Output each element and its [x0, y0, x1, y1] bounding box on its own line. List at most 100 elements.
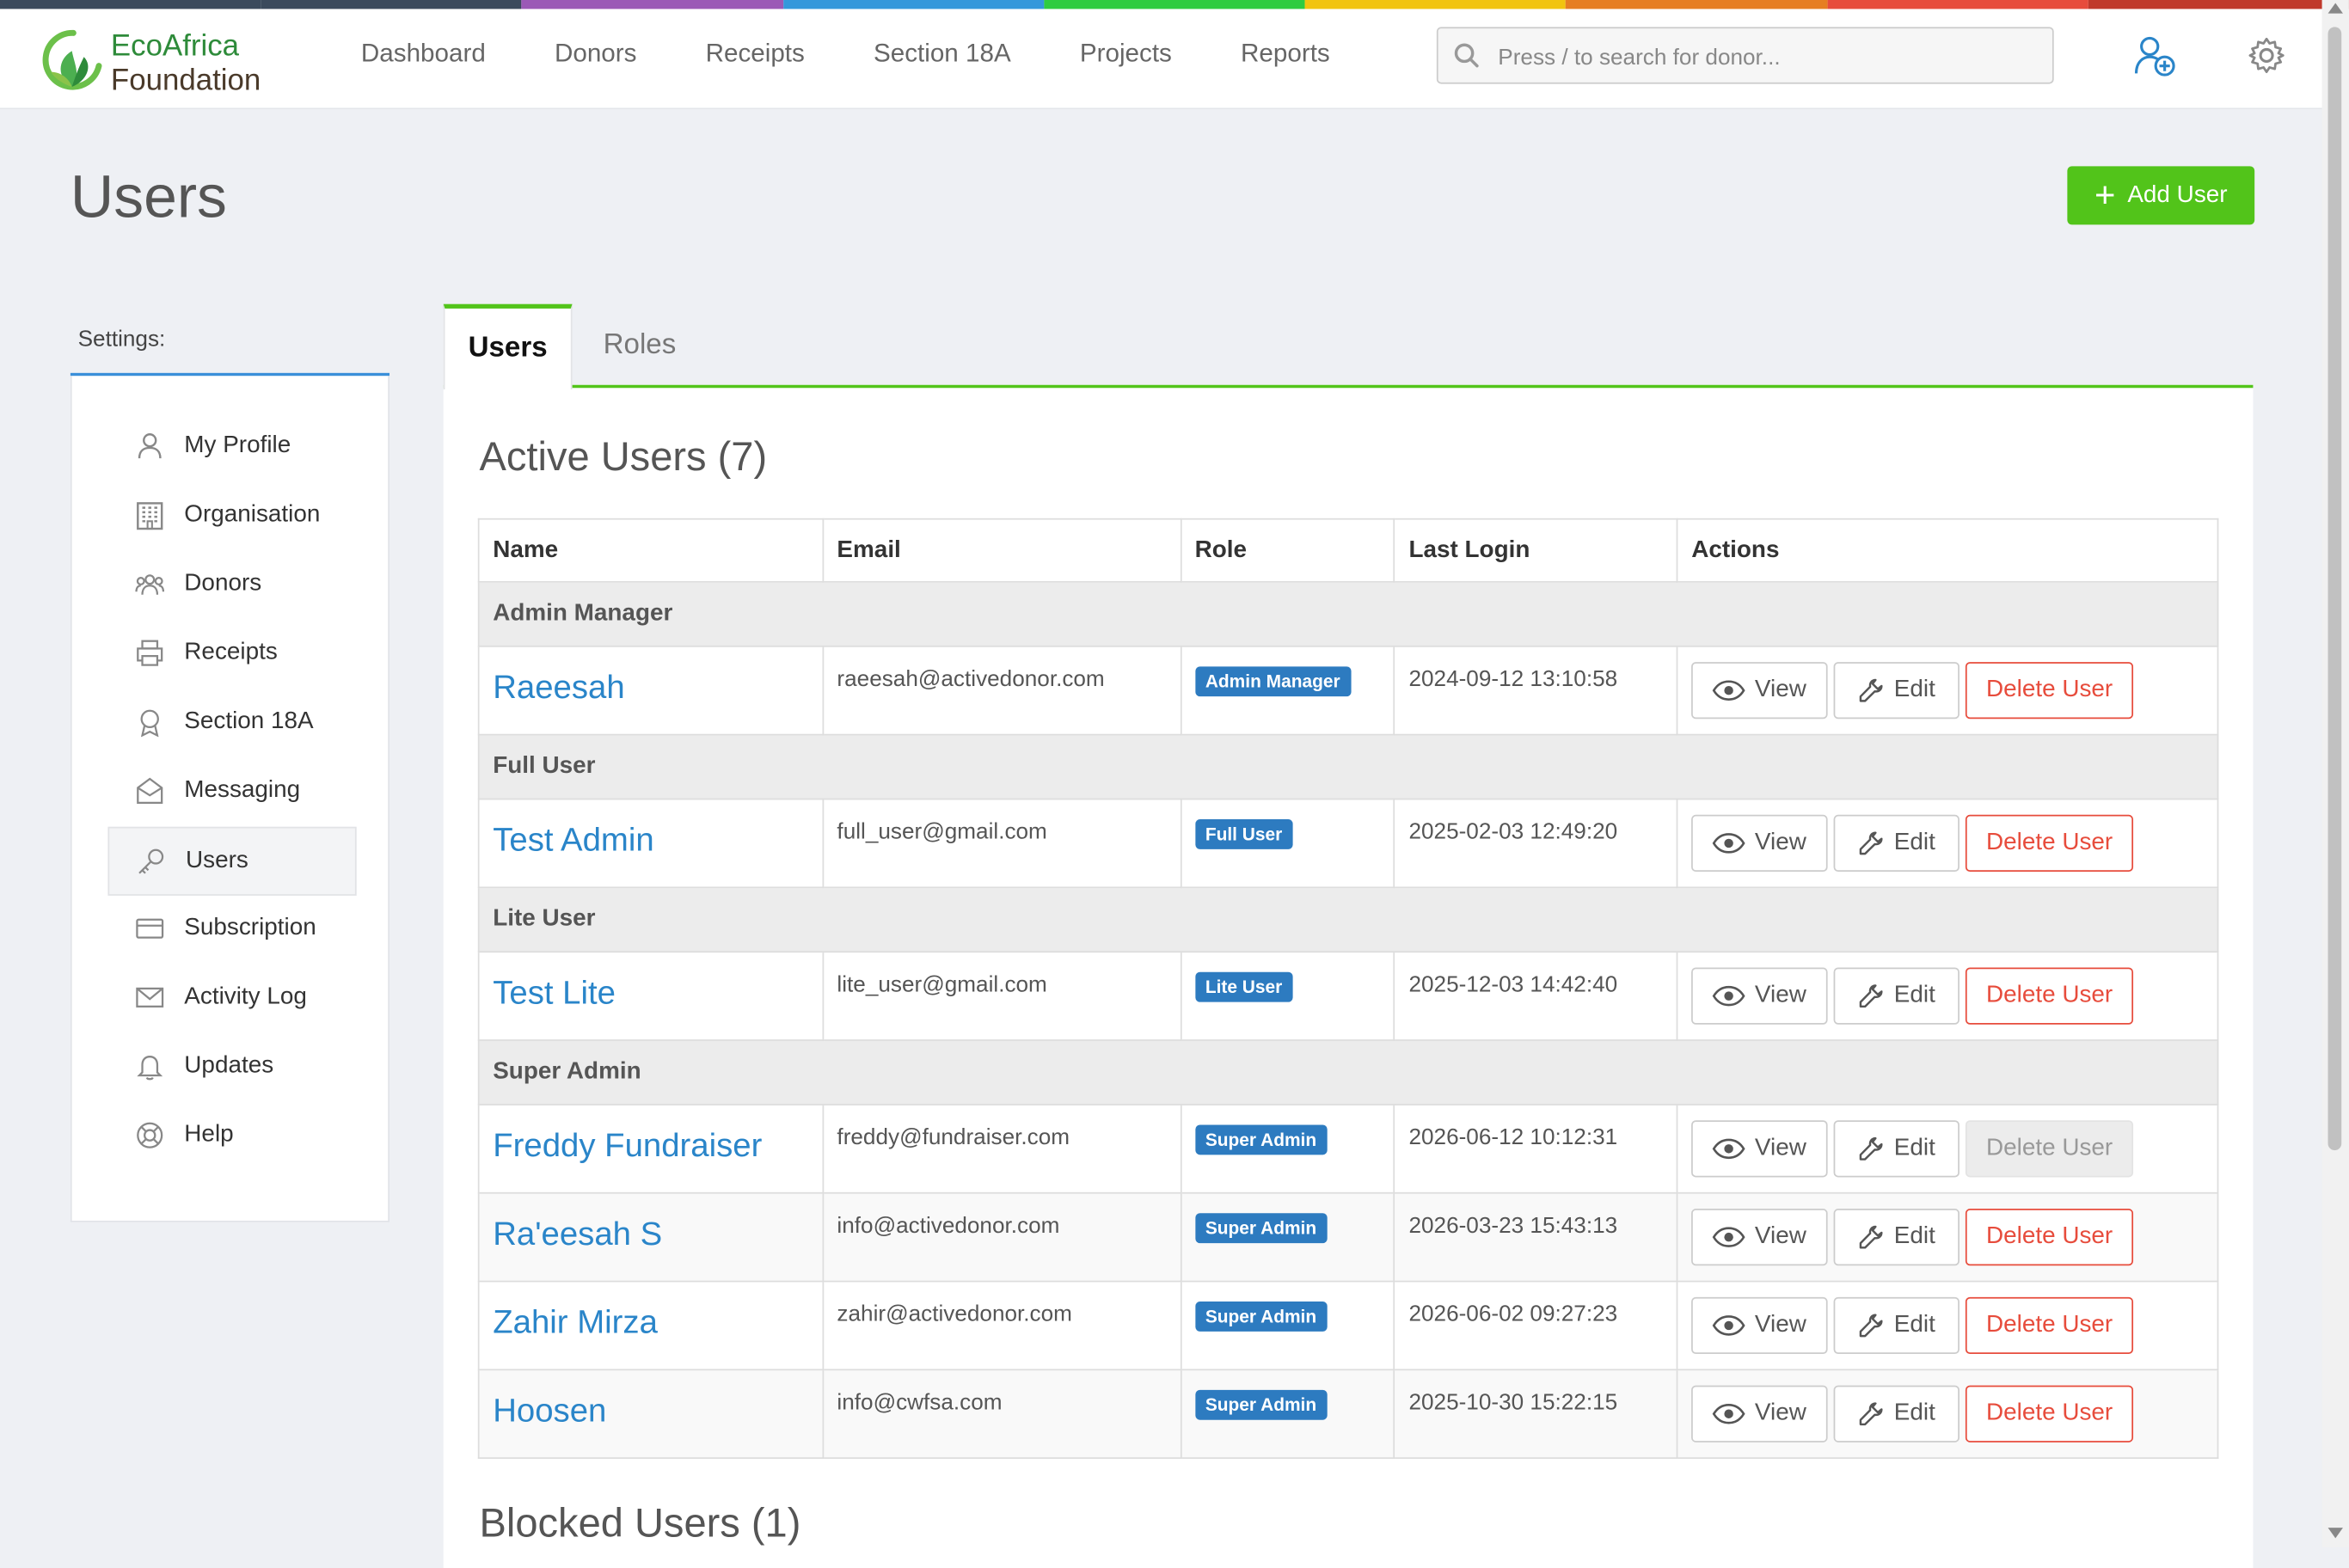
- role-badge: Super Admin: [1194, 1124, 1328, 1155]
- mail-icon: [136, 987, 164, 1008]
- plus-icon: +: [2094, 174, 2116, 216]
- blocked-users-title: Blocked Users (1): [479, 1500, 801, 1547]
- column-header-role: Role: [1180, 518, 1395, 583]
- sidebar-item-label: Users: [186, 848, 248, 873]
- wrench-icon: [1860, 1136, 1884, 1161]
- scroll-up-icon[interactable]: [2328, 3, 2343, 14]
- tab-users[interactable]: Users: [443, 303, 573, 389]
- edit-label: Edit: [1893, 1312, 1935, 1338]
- edit-button[interactable]: Edit: [1833, 1120, 1960, 1178]
- printer-icon: [137, 640, 163, 666]
- view-button[interactable]: View: [1691, 662, 1828, 720]
- leaf-logo-icon: [42, 29, 102, 90]
- edit-button[interactable]: Edit: [1833, 1296, 1960, 1355]
- user-name-link[interactable]: Hoosen: [493, 1392, 606, 1430]
- edit-button[interactable]: Edit: [1833, 1209, 1960, 1266]
- sidebar-item-label: Organisation: [184, 501, 321, 528]
- sidebar-item-activity-log[interactable]: Activity Log: [107, 965, 356, 1033]
- group-row: Full User: [477, 733, 2219, 800]
- users-table: Name Email Role Last Login Actions Admin…: [477, 518, 2219, 1460]
- table-row: Test Lite lite_user@gmail.com Lite User …: [477, 951, 2219, 1041]
- edit-button[interactable]: Edit: [1833, 1385, 1960, 1442]
- nav-projects[interactable]: Projects: [1046, 9, 1206, 107]
- sidebar-item-label: Updates: [184, 1052, 274, 1079]
- page-scrollbar[interactable]: [2321, 0, 2349, 1547]
- sidebar-item-updates[interactable]: Updates: [107, 1033, 356, 1102]
- scrollbar-thumb[interactable]: [2328, 27, 2342, 1151]
- sidebar-item-my-profile[interactable]: My Profile: [107, 413, 356, 482]
- user-name-link[interactable]: Test Admin: [493, 821, 653, 859]
- last-login: 2025-10-30 15:22:15: [1408, 1389, 1618, 1416]
- gear-icon[interactable]: [2247, 36, 2285, 75]
- nav-receipts[interactable]: Receipts: [672, 9, 839, 107]
- sidebar-item-label: Donors: [184, 570, 262, 597]
- scroll-down-icon[interactable]: [2328, 1528, 2343, 1539]
- column-header-name: Name: [477, 518, 824, 583]
- view-label: View: [1754, 1135, 1806, 1161]
- eye-icon: [1713, 1403, 1746, 1424]
- last-login: 2026-06-02 09:27:23: [1408, 1302, 1618, 1327]
- sidebar-item-messaging[interactable]: Messaging: [107, 758, 356, 827]
- sidebar-item-users[interactable]: Users: [107, 826, 357, 896]
- sidebar-item-help[interactable]: Help: [107, 1102, 356, 1171]
- nav-dashboard[interactable]: Dashboard: [327, 9, 520, 107]
- sidebar-item-label: Help: [184, 1121, 234, 1148]
- user-icon: [138, 433, 162, 459]
- delete-user-button[interactable]: Delete User: [1966, 1296, 2134, 1355]
- envelope-open-icon: [137, 777, 163, 805]
- group-label: Full User: [477, 733, 2219, 800]
- brand-logo[interactable]: EcoAfrica Foundation: [42, 24, 282, 99]
- delete-user-button[interactable]: Delete User: [1966, 967, 2134, 1025]
- table-header-row: Name Email Role Last Login Actions: [477, 518, 2219, 583]
- wrench-icon: [1860, 1225, 1884, 1249]
- table-row: Hoosen info@cwfsa.com Super Admin 2025-1…: [477, 1369, 2219, 1460]
- user-name-link[interactable]: Zahir Mirza: [493, 1303, 658, 1341]
- edit-button[interactable]: Edit: [1833, 662, 1960, 720]
- wrench-icon: [1860, 678, 1884, 702]
- delete-user-button[interactable]: Delete User: [1966, 1209, 2134, 1266]
- view-button[interactable]: View: [1691, 1120, 1828, 1178]
- sidebar-item-subscription[interactable]: Subscription: [107, 896, 356, 965]
- view-button[interactable]: View: [1691, 1296, 1828, 1355]
- view-button[interactable]: View: [1691, 1209, 1828, 1266]
- group-row: Lite User: [477, 886, 2219, 953]
- brand-name-line2: Foundation: [110, 64, 261, 98]
- tab-roles[interactable]: Roles: [587, 304, 692, 389]
- delete-user-button[interactable]: Delete User: [1966, 662, 2134, 720]
- eye-icon: [1713, 985, 1746, 1007]
- sidebar-item-receipts[interactable]: Receipts: [107, 620, 356, 689]
- view-button[interactable]: View: [1691, 814, 1828, 873]
- wrench-icon: [1860, 831, 1884, 855]
- sidebar-item-donors[interactable]: Donors: [107, 551, 356, 620]
- delete-user-button[interactable]: Delete User: [1966, 814, 2134, 873]
- user-email: full_user@gmail.com: [837, 819, 1047, 845]
- eye-icon: [1713, 1138, 1746, 1160]
- add-user-button[interactable]: + Add User: [2067, 166, 2255, 225]
- sidebar-item-label: Activity Log: [184, 983, 307, 1010]
- view-label: View: [1754, 1400, 1806, 1426]
- nav-donors[interactable]: Donors: [520, 9, 672, 107]
- add-user-icon[interactable]: [2133, 33, 2178, 77]
- edit-label: Edit: [1893, 830, 1935, 855]
- user-name-link[interactable]: Freddy Fundraiser: [493, 1126, 762, 1164]
- user-name-link[interactable]: Raeesah: [493, 668, 624, 706]
- delete-user-button-disabled: Delete User: [1966, 1120, 2134, 1178]
- view-label: View: [1754, 1223, 1806, 1250]
- user-name-link[interactable]: Ra'eesah S: [493, 1215, 662, 1253]
- nav-reports[interactable]: Reports: [1206, 9, 1365, 107]
- view-button[interactable]: View: [1691, 1385, 1828, 1442]
- delete-user-button[interactable]: Delete User: [1966, 1385, 2134, 1442]
- search-input[interactable]: [1494, 28, 2041, 86]
- user-name-link[interactable]: Test Lite: [493, 973, 616, 1011]
- nav-section-18a[interactable]: Section 18A: [839, 9, 1046, 107]
- edit-label: Edit: [1893, 1135, 1935, 1161]
- top-navbar: EcoAfrica Foundation Dashboard Donors Re…: [0, 9, 2322, 110]
- view-label: View: [1754, 1312, 1806, 1338]
- sidebar-item-label: Section 18A: [184, 708, 314, 734]
- sidebar-item-organisation[interactable]: Organisation: [107, 482, 356, 551]
- edit-button[interactable]: Edit: [1833, 814, 1960, 873]
- eye-icon: [1713, 833, 1746, 854]
- view-button[interactable]: View: [1691, 967, 1828, 1025]
- edit-button[interactable]: Edit: [1833, 967, 1960, 1025]
- sidebar-item-section-18a[interactable]: Section 18A: [107, 689, 356, 757]
